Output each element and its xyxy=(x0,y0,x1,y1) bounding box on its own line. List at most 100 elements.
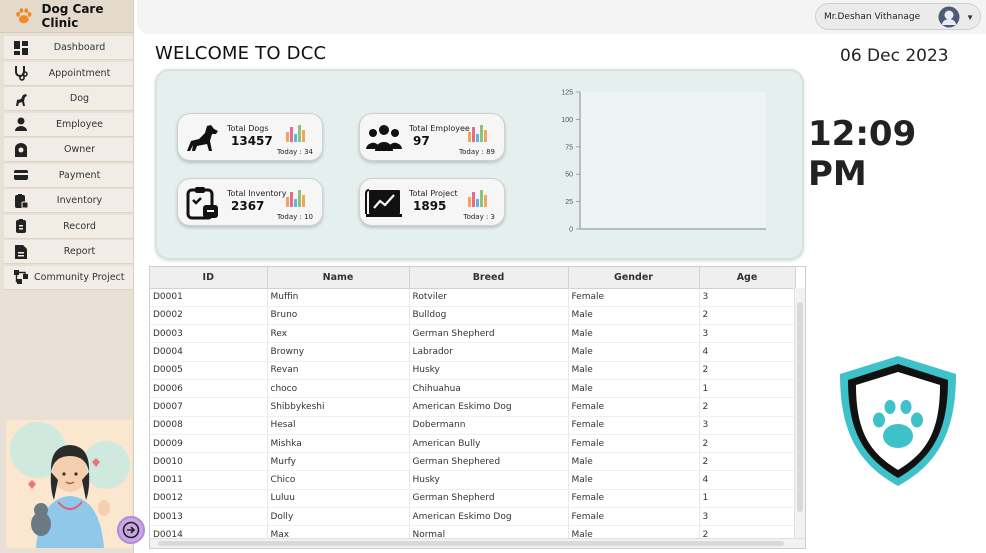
dog-table: ID Name Breed Gender Age D0001 Muffin Rotv… xyxy=(149,266,806,549)
stat-card-total-dogs[interactable]: Total Dogs 13457 Today : 34 xyxy=(177,113,323,161)
cell-id: D0012 xyxy=(150,489,268,509)
stat-card-total-inventory[interactable]: Total Inventory 2367 Today : 10 xyxy=(177,178,323,226)
cell-breed: American Eskimo Dog xyxy=(409,507,569,527)
sidebar-item-employee[interactable]: Employee xyxy=(4,112,133,137)
cell-age: 3 xyxy=(699,324,796,344)
cell-breed: Rotviler xyxy=(409,288,569,307)
table-row[interactable]: D0012 Luluu German Shepherd Female 1 xyxy=(150,489,796,509)
cell-gender: Male xyxy=(568,452,700,472)
cell-name: Dolly xyxy=(267,507,410,527)
sidebar-item-dashboard[interactable]: Dashboard xyxy=(4,36,133,60)
mini-bar-chart-icon xyxy=(468,125,487,142)
sidebar-item-record[interactable]: Record xyxy=(4,214,133,239)
app-title: Dog Care Clinic xyxy=(41,2,104,30)
cell-id: D0003 xyxy=(150,324,268,344)
cell-gender: Male xyxy=(568,306,700,326)
y-tick-label: 100 xyxy=(561,117,573,124)
mini-bar-chart-icon xyxy=(286,125,305,142)
vertical-scrollbar[interactable] xyxy=(794,288,805,538)
table-row[interactable]: D0011 Chico Husky Male 4 xyxy=(150,470,796,490)
cell-name: Revan xyxy=(267,361,410,380)
stat-card-total-project[interactable]: Total Project 1895 Today : 3 xyxy=(359,178,505,226)
inventory-clipboard-icon xyxy=(186,187,218,220)
table-row[interactable]: D0008 Hesal Dobermann Female 3 xyxy=(150,416,796,435)
stat-label: Total Inventory xyxy=(227,189,287,198)
cell-name: Luluu xyxy=(267,489,410,509)
cell-id: D0006 xyxy=(150,379,268,399)
sidebar-item-appointment[interactable]: Appointment xyxy=(4,61,133,86)
table-row[interactable]: D0001 Muffin Rotviler Female 3 xyxy=(150,288,796,307)
column-header-id[interactable]: ID xyxy=(150,267,268,289)
column-header-gender[interactable]: Gender xyxy=(568,267,700,289)
horizontal-scrollbar[interactable] xyxy=(150,538,805,548)
cell-gender: Female xyxy=(568,489,700,509)
stat-today: Today : 3 xyxy=(463,213,495,221)
arrow-right-circle-icon xyxy=(122,521,140,539)
table-row[interactable]: D0004 Browny Labrador Male 4 xyxy=(150,342,796,362)
cell-gender: Male xyxy=(568,342,700,362)
sidebar-item-owner[interactable]: Owner xyxy=(4,138,133,162)
table-row[interactable]: D0007 Shibbykeshi American Eskimo Dog Femal… xyxy=(150,397,796,417)
cell-age: 2 xyxy=(699,361,796,380)
cell-id: D0008 xyxy=(150,416,268,435)
cell-age: 2 xyxy=(699,306,796,326)
table-header-row: ID Name Breed Gender Age xyxy=(150,267,796,289)
cell-age: 1 xyxy=(699,489,796,509)
owner-icon xyxy=(12,141,30,159)
sidebar-item-report[interactable]: Report xyxy=(4,240,133,264)
scrollbar-thumb[interactable] xyxy=(797,302,803,512)
cell-breed: Bulldog xyxy=(409,306,569,326)
mini-bar-chart-icon xyxy=(468,190,487,207)
stat-value: 13457 xyxy=(231,134,273,148)
cell-id: D0004 xyxy=(150,342,268,362)
cell-breed: Husky xyxy=(409,361,569,380)
next-arrow-button[interactable] xyxy=(117,516,145,544)
column-header-name[interactable]: Name xyxy=(267,267,410,289)
sidebar-item-community-project[interactable]: Community Project xyxy=(4,265,133,290)
table-row[interactable]: D0003 Rex German Shepherd Male 3 xyxy=(150,324,796,344)
table-row[interactable]: D0009 Mishka American Bully Female 2 xyxy=(150,434,796,454)
dog-icon xyxy=(187,125,218,151)
sidebar-item-payment[interactable]: Payment xyxy=(4,163,133,188)
inventory-icon xyxy=(12,192,30,210)
cell-name: Mishka xyxy=(267,434,410,454)
table-row[interactable]: D0013 Dolly American Eskimo Dog Female 3 xyxy=(150,507,796,527)
cell-breed: Labrador xyxy=(409,342,569,362)
employee-icon xyxy=(12,115,30,133)
stat-value: 1895 xyxy=(413,199,447,213)
user-menu[interactable]: Mr.Deshan Vithanage ▼ xyxy=(815,3,981,30)
scrollbar-thumb[interactable] xyxy=(158,541,784,546)
chart-plot-area xyxy=(580,92,766,229)
cell-id: D0002 xyxy=(150,306,268,326)
cell-age: 3 xyxy=(699,416,796,435)
welcome-heading: WELCOME TO DCC xyxy=(155,43,327,64)
cell-age: 1 xyxy=(699,379,796,399)
cell-gender: Female xyxy=(568,416,700,435)
cell-breed: Husky xyxy=(409,470,569,490)
y-tick-label: 0 xyxy=(569,227,573,234)
stat-today: Today : 10 xyxy=(277,213,313,221)
report-icon xyxy=(12,243,30,261)
stethoscope-icon xyxy=(12,64,30,82)
table-row[interactable]: D0002 Bruno Bulldog Male 2 xyxy=(150,306,796,326)
column-header-age[interactable]: Age xyxy=(699,267,796,289)
cell-breed: German Shepherd xyxy=(409,324,569,344)
stat-label: Total Dogs xyxy=(227,124,269,133)
column-header-breed[interactable]: Breed xyxy=(409,267,569,289)
table-row[interactable]: D0006 choco Chihuahua Male 1 xyxy=(150,379,796,399)
sidebar-nav: Dashboard Appointment Dog Employee Owner… xyxy=(4,36,133,291)
stat-value: 97 xyxy=(413,134,430,148)
cell-name: Muffin xyxy=(267,288,410,307)
mini-bar-chart-icon xyxy=(286,190,305,207)
sidebar-item-inventory[interactable]: Inventory xyxy=(4,189,133,213)
sidebar-item-dog[interactable]: Dog xyxy=(4,87,133,111)
cell-id: D0007 xyxy=(150,397,268,417)
table-row[interactable]: D0005 Revan Husky Male 2 xyxy=(150,361,796,380)
table-row[interactable]: D0010 Murfy German Shephered Male 2 xyxy=(150,452,796,472)
cell-breed: Chihuahua xyxy=(409,379,569,399)
stat-label: Total Project xyxy=(409,189,458,198)
cell-breed: German Shepherd xyxy=(409,489,569,509)
avatar-icon xyxy=(938,6,960,28)
cell-name: choco xyxy=(267,379,410,399)
stat-card-total-employee[interactable]: Total Employee 97 Today : 89 xyxy=(359,113,505,161)
